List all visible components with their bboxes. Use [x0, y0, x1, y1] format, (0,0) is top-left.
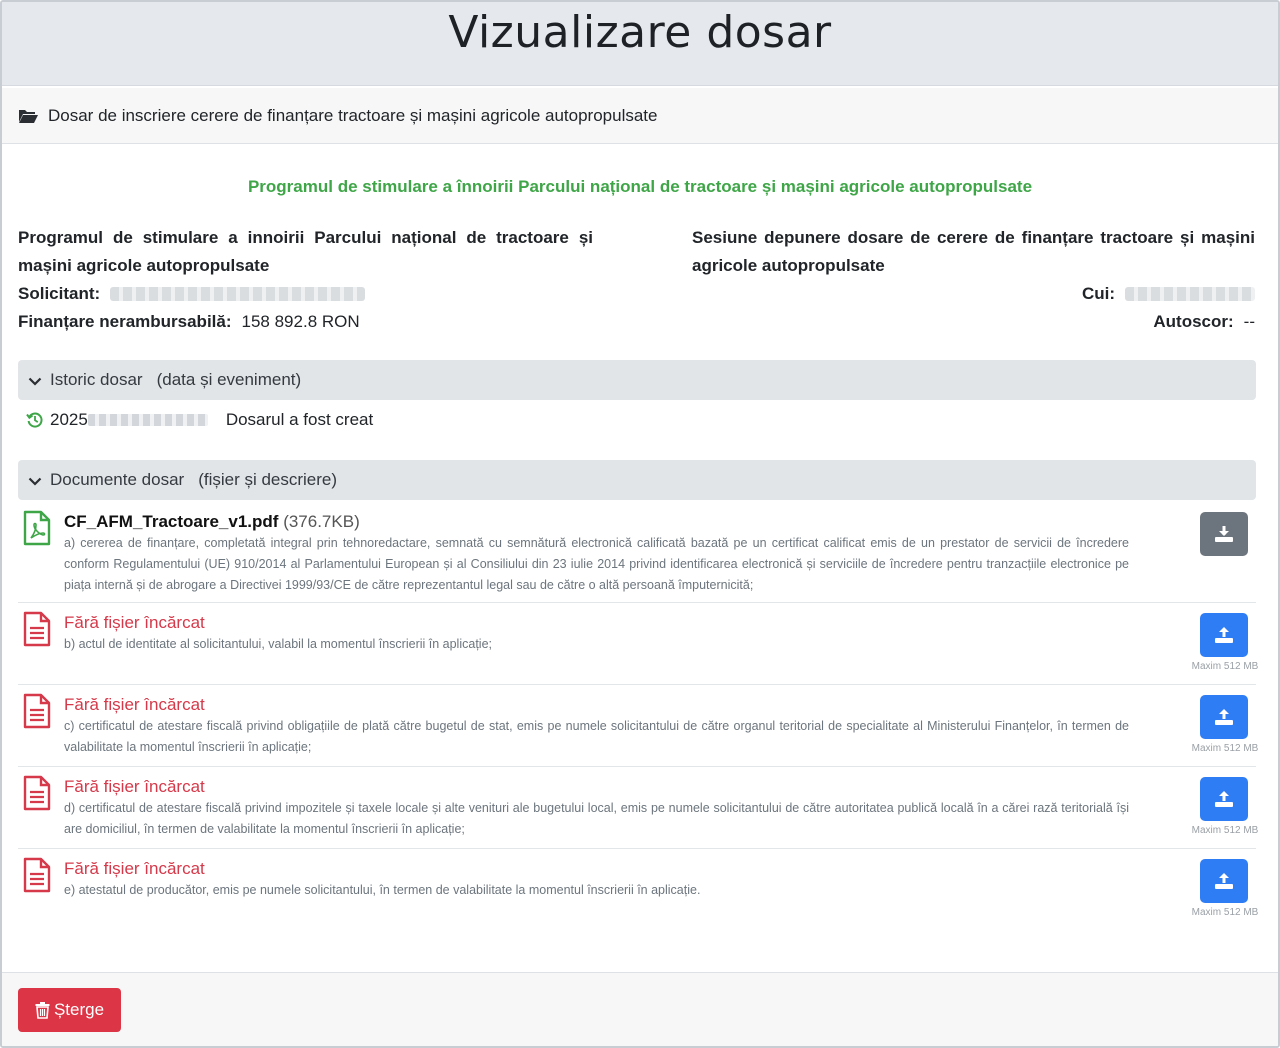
upload-button[interactable] — [1200, 777, 1248, 821]
download-icon — [1215, 526, 1233, 542]
upload-icon — [1215, 791, 1233, 807]
documents-section-subtitle: (fișier și descriere) — [198, 470, 338, 489]
document-row: CF_AFM_Tractoare_v1.pdf (376.7KB) a) cer… — [18, 502, 1256, 603]
file-name-text[interactable]: CF_AFM_Tractoare_v1.pdf — [64, 512, 278, 531]
solicitant-value-redacted — [110, 287, 366, 301]
folder-open-icon — [18, 108, 38, 124]
document-row: Fără fișier încărcat c) certificatul de … — [18, 685, 1258, 767]
file-icon — [22, 693, 52, 729]
finantare-value: 158 892.8 RON — [241, 312, 360, 331]
document-description: e) atestatul de producător, emis pe nume… — [64, 883, 701, 897]
upload-size-limit: Maxim 512 MB — [1191, 907, 1259, 918]
page-title: Vizualizare dosar — [448, 7, 832, 58]
document-viewer-window: Vizualizare dosar Dosar de inscriere cer… — [0, 0, 1280, 1048]
session-name: Sesiune depunere dosare de cerere de fin… — [692, 228, 1255, 275]
document-row: Fără fișier încărcat d) certificatul de … — [18, 767, 1258, 849]
session-info: Sesiune depunere dosare de cerere de fin… — [692, 224, 1255, 336]
cui-value-redacted — [1125, 287, 1255, 301]
delete-button[interactable]: Șterge — [18, 988, 121, 1032]
document-row: Fără fișier încărcat e) atestatul de pro… — [18, 849, 1258, 931]
delete-button-label: Șterge — [53, 1000, 105, 1019]
document-missing-label: Fără fișier încărcat — [64, 695, 205, 714]
applicant-info: Programul de stimulare a innoirii Parcul… — [18, 224, 593, 336]
autoscor-value: -- — [1243, 312, 1255, 331]
card-footer: Șterge — [2, 972, 1278, 1046]
history-date: 2025 — [50, 410, 88, 429]
upload-icon — [1215, 873, 1233, 889]
document-missing-label: Fără fișier încărcat — [64, 777, 205, 796]
documents-list: CF_AFM_Tractoare_v1.pdf (376.7KB) a) cer… — [18, 502, 1258, 931]
card-header: Dosar de inscriere cerere de finanțare t… — [2, 88, 1278, 144]
document-file-name[interactable]: CF_AFM_Tractoare_v1.pdf (376.7KB) — [64, 502, 1129, 533]
upload-action: Maxim 512 MB — [1192, 613, 1258, 672]
page-header: Vizualizare dosar — [2, 2, 1278, 86]
document-missing-label: Fără fișier încărcat — [64, 859, 205, 878]
file-size: (376.7KB) — [283, 512, 360, 531]
cui-label: Cui: — [1081, 284, 1115, 303]
upload-action: Maxim 512 MB — [1192, 777, 1258, 836]
document-description: b) actul de identitate al solicitantului… — [64, 637, 492, 651]
download-action — [1200, 512, 1250, 556]
upload-action: Maxim 512 MB — [1192, 695, 1258, 754]
upload-size-limit: Maxim 512 MB — [1191, 661, 1259, 672]
document-missing-label: Fără fișier încărcat — [64, 613, 205, 632]
program-name: Programul de stimulare a innoirii Parcul… — [18, 228, 593, 275]
chevron-down-icon — [28, 373, 42, 387]
upload-button[interactable] — [1200, 695, 1248, 739]
document-description: c) certificatul de atestare fiscală priv… — [64, 719, 1129, 754]
solicitant-row: Solicitant: — [18, 280, 593, 308]
program-title: Programul de stimulare a înnoirii Parcul… — [247, 177, 1033, 196]
history-section-title: Istoric dosar — [50, 370, 143, 389]
upload-icon — [1215, 627, 1233, 643]
upload-size-limit: Maxim 512 MB — [1191, 743, 1259, 754]
document-description: d) certificatul de atestare fiscală priv… — [64, 801, 1129, 836]
history-section-toggle[interactable]: Istoric dosar (data și eveniment) — [18, 360, 1256, 400]
upload-size-limit: Maxim 512 MB — [1191, 825, 1259, 836]
documents-section-title: Documente dosar — [50, 470, 185, 489]
download-button[interactable] — [1200, 512, 1248, 556]
solicitant-label: Solicitant: — [18, 284, 101, 303]
upload-button[interactable] — [1200, 859, 1248, 903]
history-event: Dosarul a fost creat — [225, 410, 374, 429]
card-header-title: Dosar de inscriere cerere de finanțare t… — [48, 105, 658, 125]
history-entry: 2025 Dosarul a fost creat — [26, 406, 373, 434]
document-description: a) cererea de finanțare, completată inte… — [64, 536, 1129, 592]
file-icon — [22, 857, 52, 893]
history-section-subtitle: (data și eveniment) — [156, 370, 302, 389]
trash-icon — [35, 1001, 50, 1019]
autoscor-label: Autoscor: — [1153, 312, 1234, 331]
cui-row: Cui: — [692, 280, 1255, 308]
history-date-redacted — [87, 414, 208, 426]
finantare-label: Finanțare nerambursabilă: — [18, 312, 232, 331]
documents-section-toggle[interactable]: Documente dosar (fișier și descriere) — [18, 460, 1256, 500]
upload-button[interactable] — [1200, 613, 1248, 657]
chevron-down-icon — [28, 473, 42, 487]
file-pdf-icon — [22, 510, 52, 546]
document-row: Fără fișier încărcat b) actul de identit… — [18, 603, 1258, 685]
history-icon — [26, 411, 44, 429]
finantare-row: Finanțare nerambursabilă: 158 892.8 RON — [18, 308, 593, 336]
upload-icon — [1215, 709, 1233, 725]
upload-action: Maxim 512 MB — [1192, 859, 1258, 918]
file-icon — [22, 775, 52, 811]
file-icon — [22, 611, 52, 647]
autoscor-row: Autoscor: -- — [692, 308, 1255, 336]
